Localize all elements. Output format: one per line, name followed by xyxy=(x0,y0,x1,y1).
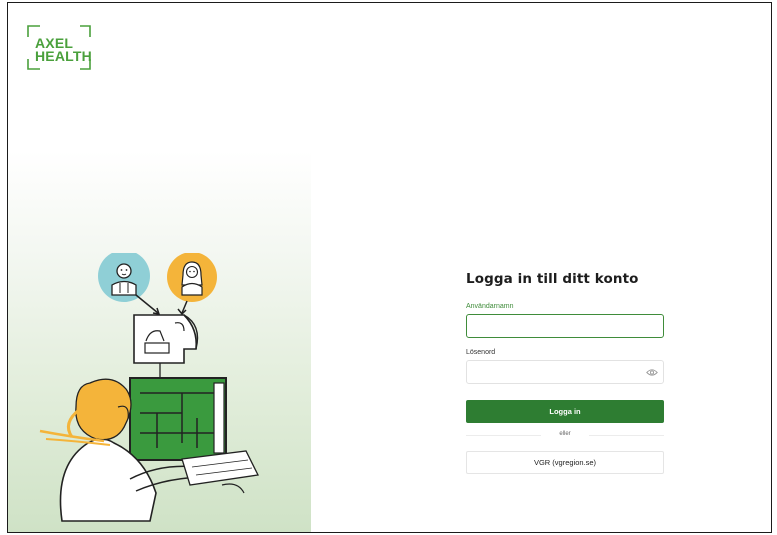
page-title: Logga in till ditt konto xyxy=(466,271,639,287)
login-button[interactable]: Logga in xyxy=(466,400,664,423)
login-form: Logga in till ditt konto Användarnamn Lö… xyxy=(466,271,666,474)
patient-avatar-icon xyxy=(167,252,217,302)
hero-panel: AXEL HEALTH xyxy=(8,3,311,532)
password-label: Lösenord xyxy=(466,349,496,356)
login-page: AXEL HEALTH Logga in till ditt konto Anv… xyxy=(7,2,772,533)
username-field[interactable] xyxy=(466,314,664,338)
monitor-icon xyxy=(129,377,227,461)
telehealth-illustration xyxy=(32,250,282,523)
password-field[interactable] xyxy=(466,360,664,384)
or-divider: eller xyxy=(466,430,664,440)
keyboard-icon xyxy=(181,450,259,494)
username-label: Användarnamn xyxy=(466,303,514,310)
sso-login-button[interactable]: VGR (vgregion.se) xyxy=(466,451,664,474)
doctor-avatar-icon xyxy=(98,250,150,302)
document-icon xyxy=(133,314,199,364)
eye-icon[interactable] xyxy=(646,368,658,377)
divider-text: eller xyxy=(559,431,571,437)
divider-line-right xyxy=(589,435,664,436)
logo-text-line2: HEALTH xyxy=(35,48,92,64)
axel-health-logo: AXEL HEALTH xyxy=(26,23,96,75)
